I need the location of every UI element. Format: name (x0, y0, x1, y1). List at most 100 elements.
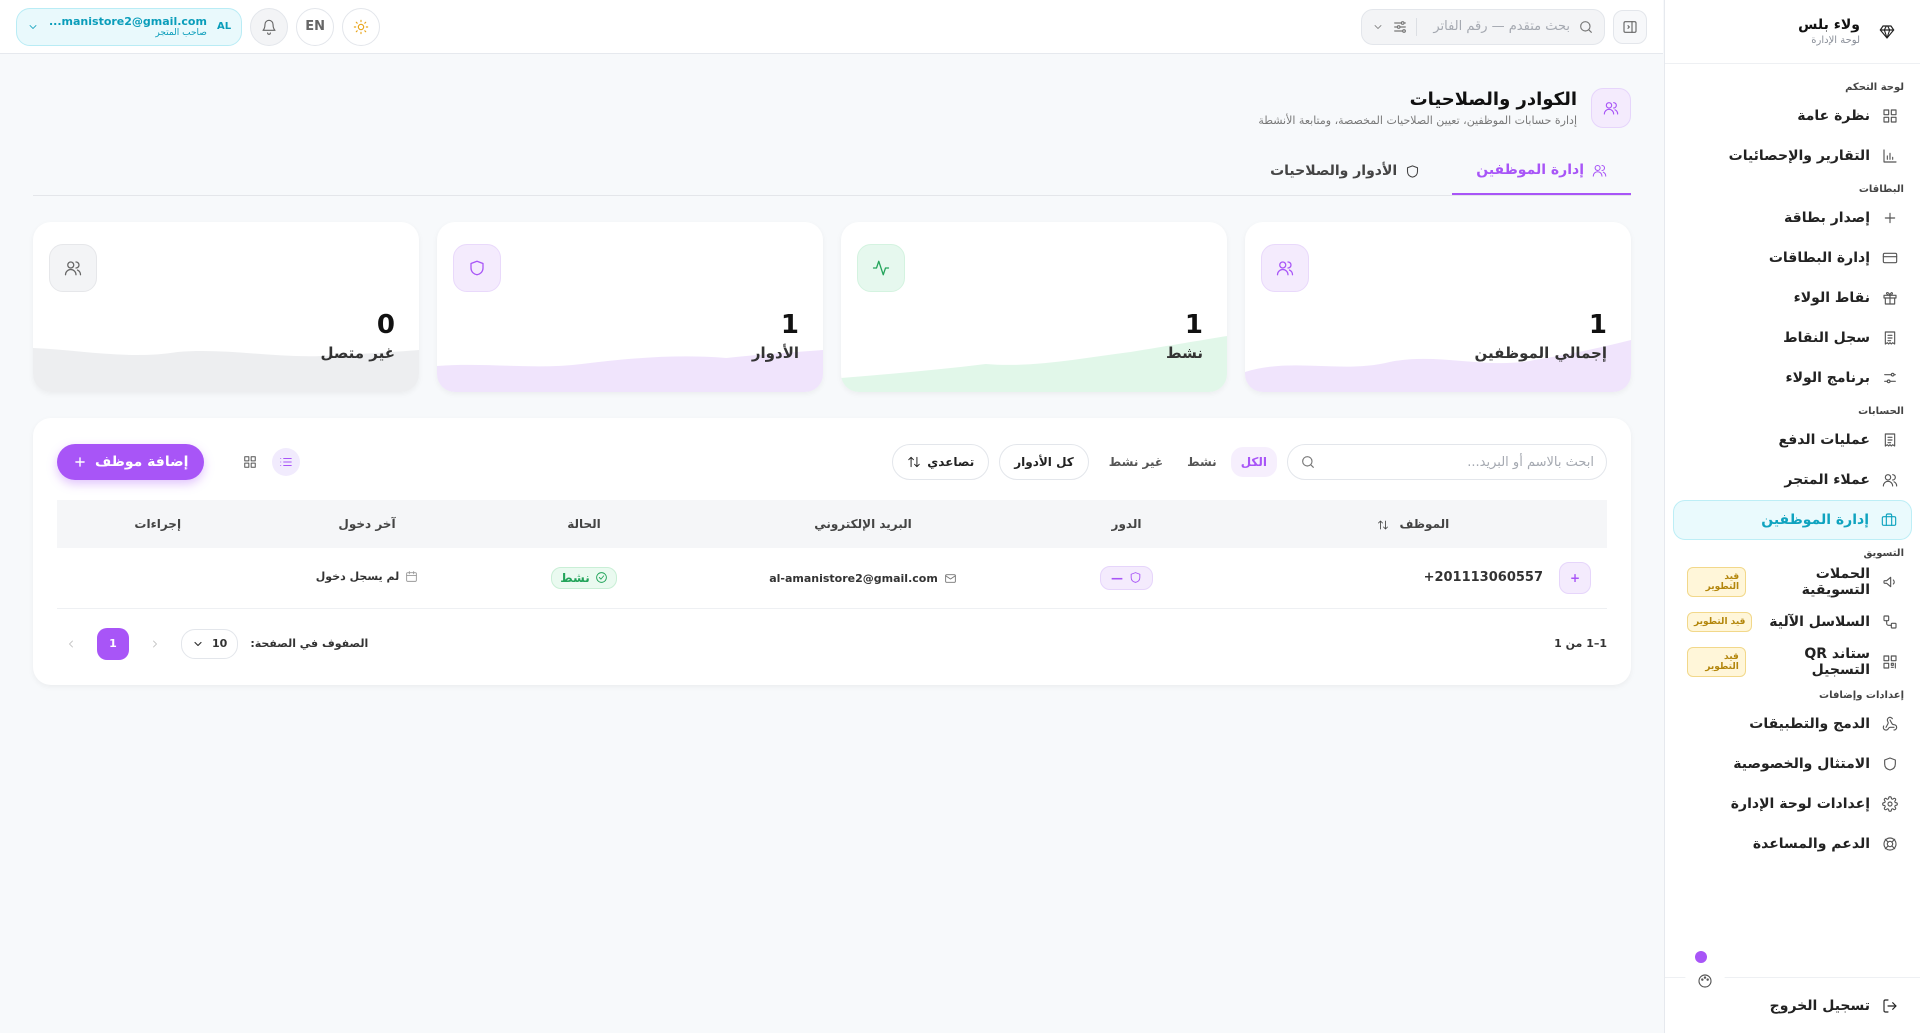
sidebar-item[interactable]: عمليات الدفع (1673, 420, 1912, 460)
sidebar-item-label: نظرة عامة (1797, 108, 1870, 124)
palette-icon (1697, 973, 1713, 989)
sidebar-item[interactable]: الدمج والتطبيقات (1673, 704, 1912, 744)
topbar: بحث متقدم — رقم الفاتر ...manistore2@gma… (0, 0, 1663, 54)
filter-option[interactable]: غير نشط (1099, 447, 1173, 477)
sun-icon (353, 19, 369, 35)
workflow-icon (1882, 614, 1898, 630)
brand-subtitle: لوحة الإدارة (1811, 35, 1860, 46)
avatar: AL (216, 21, 232, 32)
filter-option[interactable]: نشط (1177, 447, 1227, 477)
bar-chart-icon (1882, 148, 1898, 164)
stat-card: 1 إجمالي الموظفين (1245, 222, 1631, 392)
sidebar-item[interactable]: نقاط الولاء (1673, 278, 1912, 318)
brand-name: ولاء بلس (1798, 17, 1860, 33)
stat-value: 0 (376, 310, 395, 340)
receipt-icon (1882, 330, 1898, 346)
sidebar-item[interactable]: الدعم والمساعدة (1673, 824, 1912, 864)
shield-icon (453, 244, 501, 292)
role-value: — (1111, 570, 1123, 585)
theme-palette-button[interactable] (1685, 951, 1725, 1001)
nav-section-title: البطاقات (1858, 184, 1904, 195)
search-icon (1300, 454, 1316, 470)
user-menu[interactable]: ...manistore2@gmail.com صاحب المتجر AL (16, 7, 243, 46)
sidebar-item-label: الدعم والمساعدة (1752, 836, 1870, 852)
chevron-down-icon[interactable] (1372, 21, 1384, 33)
sort-arrows-icon (907, 455, 921, 469)
sort-button[interactable]: تصاعدي (892, 444, 990, 480)
stat-label: غير متصل (320, 344, 395, 362)
sidebar-item-label: الدمج والتطبيقات (1749, 716, 1870, 732)
status-badge: قيد التطوير (1687, 612, 1753, 632)
sidebar-item-label: برنامج الولاء (1785, 370, 1870, 386)
row-actions[interactable] (57, 548, 259, 609)
sidebar-item[interactable]: السلاسل الآلية قيد التطوير (1673, 602, 1912, 642)
theme-toggle-button[interactable] (342, 7, 381, 46)
sidebar-item-label: التقارير والإحصائيات (1728, 148, 1870, 164)
sidebar-item[interactable]: إدارة البطاقات (1673, 238, 1912, 278)
logout-icon (1882, 998, 1898, 1014)
sidebar-item-label: نقاط الولاء (1793, 290, 1870, 306)
filter-option[interactable]: الكل (1230, 447, 1277, 477)
sidebar-item[interactable]: برنامج الولاء (1673, 358, 1912, 398)
employee-search-input[interactable]: ابحث بالاسم أو البريد... (1287, 444, 1607, 480)
column-header-role: الدور (1111, 517, 1142, 531)
sidebar-item-label: عمليات الدفع (1778, 432, 1870, 448)
sidebar-item[interactable]: نظرة عامة (1673, 96, 1912, 136)
rows-per-page-select[interactable]: 10 (181, 628, 239, 659)
column-label: الموظف (1399, 517, 1450, 531)
roles-filter-button[interactable]: كل الأدوار (999, 444, 1089, 480)
notifications-button[interactable] (250, 7, 289, 46)
tab-item[interactable]: إدارة الموظفين (1452, 147, 1631, 195)
sidebar-item[interactable]: إصدار بطاقة (1673, 198, 1912, 238)
notification-dot (1695, 951, 1707, 963)
sidebar-item[interactable]: عملاء المتجر (1673, 460, 1912, 500)
user-email: ...manistore2@gmail.com (49, 15, 207, 28)
pagination-controls: 1 10 الصفوف في الصفحة: (57, 627, 369, 660)
column-header-employee[interactable]: الموظف (1220, 500, 1608, 548)
grid-view-button[interactable] (236, 448, 264, 476)
global-search[interactable]: بحث متقدم — رقم الفاتر (1361, 8, 1605, 45)
stat-card: 0 غير متصل (33, 222, 419, 392)
sidebar-item[interactable]: سجل النقاط (1673, 318, 1912, 358)
tab-label: إدارة الموظفين (1476, 162, 1584, 178)
shield-icon (1405, 164, 1420, 179)
sidebar-item[interactable]: إدارة الموظفين (1673, 500, 1912, 540)
logout-button[interactable]: تسجيل الخروج (1665, 951, 1920, 1033)
rows-per-page-label: الصفوف في الصفحة: (250, 637, 369, 650)
language-button[interactable]: EN (296, 7, 335, 46)
previous-page-button[interactable] (57, 630, 85, 658)
sidebar-nav: لوحة التحكم نظرة عامة التقارير والإحصائيات… (1665, 64, 1920, 864)
tab-label: الأدوار والصلاحيات (1270, 163, 1398, 179)
users-icon (1592, 163, 1607, 178)
sidebar-item[interactable]: إعدادات لوحة الإدارة (1673, 784, 1912, 824)
sidebar-item-label: إدارة الموظفين (1761, 512, 1869, 528)
plus-icon (73, 455, 87, 469)
sidebar-item[interactable]: الحملات التسويقية قيد التطوير (1673, 562, 1912, 602)
filter-settings-icon[interactable] (1392, 19, 1408, 35)
user-role: صاحب المتجر (155, 28, 207, 38)
check-circle-icon (595, 571, 608, 584)
sidebar-item[interactable]: ستاند QR التسجيل قيد التطوير (1673, 642, 1912, 682)
employee-phone: +201113060557 (1423, 570, 1543, 586)
pagination-summary: 1–1 من 1 (1554, 637, 1607, 650)
page-number-button[interactable]: 1 (97, 627, 129, 660)
list-view-button[interactable] (272, 448, 301, 476)
table-row[interactable]: + +201113060557 — al-amanistore2@gmail.c… (57, 548, 1607, 609)
qr-icon (1882, 654, 1898, 670)
sidebar-item-label: الامتثال والخصوصية (1733, 756, 1870, 772)
tabs: إدارة الموظفين الأدوار والصلاحيات (33, 148, 1631, 196)
status-value: نشط (560, 570, 590, 585)
add-employee-button[interactable]: إضافة موظف (57, 444, 205, 480)
next-page-button[interactable] (141, 630, 169, 658)
stat-value: 1 (1588, 310, 1607, 340)
sidebar-item[interactable]: الامتثال والخصوصية (1673, 744, 1912, 784)
users-icon (49, 244, 97, 292)
chevron-down-icon (192, 638, 204, 650)
panel-toggle-icon (1622, 19, 1638, 35)
chevron-left-icon (65, 638, 77, 650)
tab-item[interactable]: الأدوار والصلاحيات (1246, 147, 1444, 195)
status-filter: الكل نشط غير نشط (1099, 447, 1277, 477)
column-header-last-login: آخر دخول (338, 517, 396, 531)
sidebar-toggle-button[interactable] (1613, 9, 1647, 44)
sidebar-item[interactable]: التقارير والإحصائيات (1673, 136, 1912, 176)
